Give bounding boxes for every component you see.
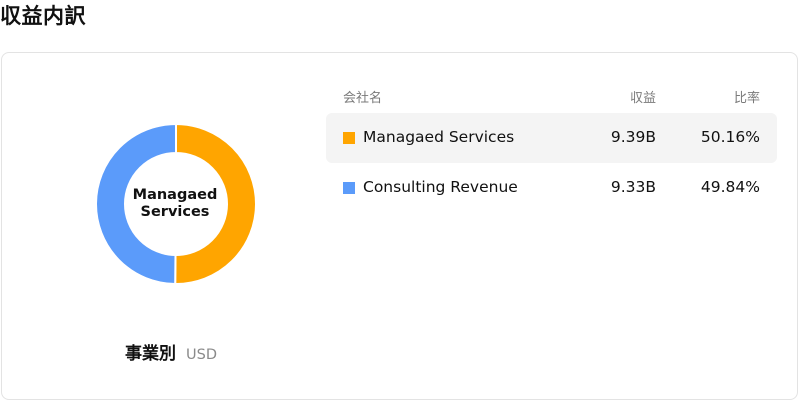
revenue-breakdown-card: Managaed Services 事業別 USD 会社名 収益 比率 Mana…	[1, 52, 798, 400]
row-ratio: 49.84%	[700, 178, 760, 196]
legend-swatch-blue	[343, 182, 355, 194]
donut-center-line1: Managaed	[132, 187, 218, 203]
currency-unit: USD	[186, 347, 217, 363]
table-row-consulting-revenue[interactable]: Consulting Revenue 9.33B 49.84%	[326, 163, 777, 213]
donut-center-label: Managaed Services	[96, 116, 254, 292]
chart-caption: 事業別 USD	[125, 339, 217, 364]
table-row-managed-services[interactable]: Managaed Services 9.39B 50.16%	[326, 113, 777, 163]
revenue-table: 会社名 収益 比率 Managaed Services 9.39B 50.16%…	[326, 83, 777, 213]
header-company-name: 会社名	[343, 91, 383, 106]
table-header: 会社名 収益 比率	[326, 83, 777, 113]
row-revenue: 9.33B	[610, 178, 656, 196]
chart-caption-title: 事業別	[125, 344, 176, 364]
row-ratio: 50.16%	[700, 128, 760, 146]
row-revenue: 9.39B	[610, 128, 656, 146]
row-company-name: Consulting Revenue	[363, 178, 518, 196]
header-revenue: 収益	[629, 91, 656, 106]
donut-center-line2: Services	[140, 204, 210, 220]
legend-swatch-orange	[343, 132, 355, 144]
page-title: 収益内訳	[0, 4, 86, 28]
header-ratio: 比率	[733, 91, 760, 106]
donut-chart: Managaed Services	[94, 116, 266, 294]
row-company-name: Managaed Services	[363, 128, 515, 146]
